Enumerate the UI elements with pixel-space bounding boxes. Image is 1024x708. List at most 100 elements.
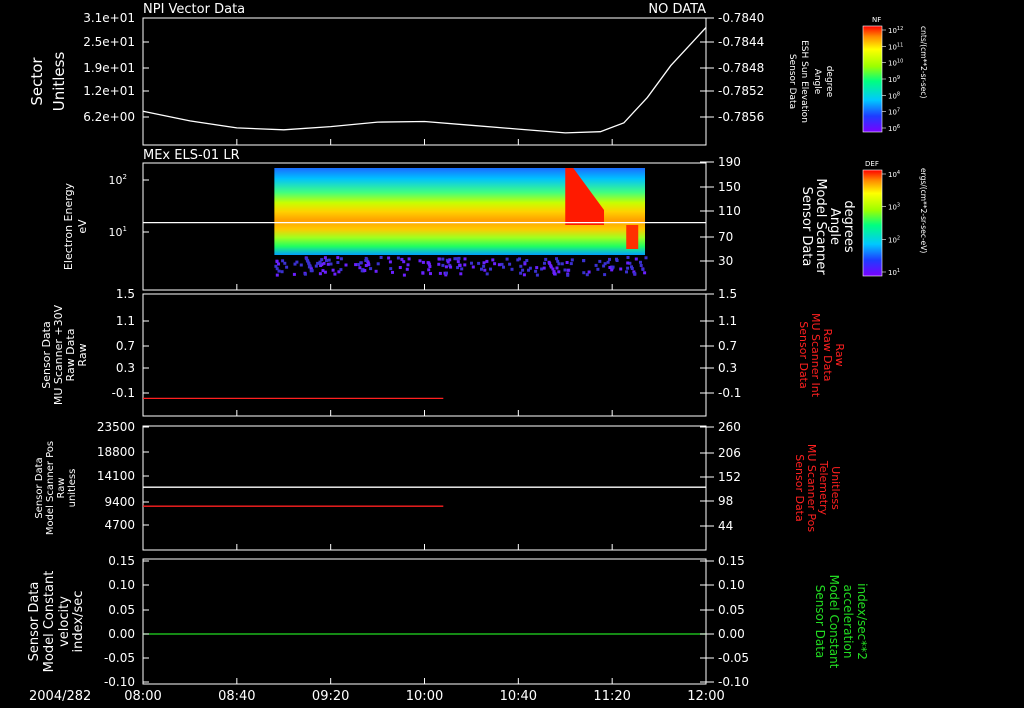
tick-label: 14100 <box>97 469 135 483</box>
tick-label: 3.1e+01 <box>83 11 135 25</box>
tick-label: 1.5 <box>116 287 135 301</box>
time-tick-label: 12:00 <box>687 689 724 704</box>
tick-label: -0.7856 <box>718 110 764 124</box>
tick-label: -0.7852 <box>718 84 764 98</box>
right-axis-label: degrees <box>841 200 856 253</box>
tick-label: 23500 <box>97 420 135 434</box>
colorbar-tick-label: 109 <box>888 75 900 84</box>
colorbar-units: cnts/(cm**2-sr-sec) <box>919 26 928 98</box>
right-axis-label: Raw <box>833 343 846 366</box>
tick-label: 1.5 <box>718 287 737 301</box>
left-axis-label: Sector <box>28 57 46 106</box>
tick-label: 0.3 <box>116 361 135 375</box>
colorbar-title: NF <box>872 16 881 24</box>
time-axis: 08:00 08:40 09:20 10:00 10:40 11:20 12:00 <box>124 689 724 704</box>
right-axis-label: Sensor Data <box>813 585 827 659</box>
tick-label: 98 <box>718 494 733 508</box>
panel-frame <box>142 293 707 417</box>
tick-label: 18800 <box>97 445 135 459</box>
tick-label: 102 <box>109 173 127 187</box>
right-axis-label: MU Scanner Int <box>809 313 822 398</box>
tick-label: -0.7848 <box>718 61 764 75</box>
tick-label: 101 <box>109 225 127 239</box>
colorbar-tick-label: 108 <box>888 91 900 100</box>
right-axis-label: index/sec**2 <box>855 583 869 660</box>
spectrogram-speckle <box>274 256 648 277</box>
right-axis-label: Angle <box>827 208 842 245</box>
left-axis-label: Unitless <box>50 52 68 112</box>
right-axis-label: Sensor Data <box>793 454 806 521</box>
time-tick-label: 11:20 <box>593 689 630 704</box>
scanner-position-panel: 23500 18800 14100 9400 4700 260 206 152 98 44 Sens… <box>34 420 842 551</box>
tick-label: -0.1 <box>112 386 135 400</box>
right-axis-label: degree <box>824 66 834 98</box>
right-axis-label: Telemetry <box>817 460 830 516</box>
tick-label: -0.7844 <box>718 35 764 49</box>
left-axis-label: eV <box>76 219 89 234</box>
colorbar-tick-label: 107 <box>888 108 900 117</box>
tick-label: 190 <box>718 155 741 169</box>
left-axis-label: Raw <box>56 477 67 498</box>
right-axis-label: Model Scanner <box>813 178 828 275</box>
colorbar-tick-label: 1011 <box>888 42 903 51</box>
tick-label: 70 <box>718 230 733 244</box>
left-axis-label: Model Scanner Pos <box>45 441 56 535</box>
mu-scanner-30v-panel: 1.5 1.1 0.7 0.3 -0.1 1.5 1.1 0.7 0.3 -0.1 Sensor D… <box>40 287 846 417</box>
colorbar-def: DEF 104 103 102 101 ergs/(cm**2-sr-sec-eV) <box>862 160 928 277</box>
left-axis-label: Sensor Data <box>27 582 42 662</box>
tick-label: 260 <box>718 420 741 434</box>
tick-label: 0.3 <box>718 361 737 375</box>
tick-label: -0.10 <box>718 675 749 689</box>
time-tick-label: 09:20 <box>312 689 349 704</box>
tick-label: -0.1 <box>718 386 741 400</box>
tick-label: 0.10 <box>718 578 745 592</box>
colorbar-units: ergs/(cm**2-sr-sec-eV) <box>919 168 928 253</box>
right-axis-label: Unitless <box>829 466 842 510</box>
tick-label: 0.05 <box>108 603 135 617</box>
left-axis-label: Raw <box>76 343 89 366</box>
colorbar-gradient <box>862 169 883 277</box>
time-tick-label: 10:00 <box>406 689 443 704</box>
colorbar-nf: NF 1012 1011 1010 109 108 107 106 cnts/(cm**2-… <box>862 16 928 133</box>
tick-label: -0.7840 <box>718 11 764 25</box>
tick-label: 0.7 <box>718 339 737 353</box>
tick-label: 206 <box>718 446 741 460</box>
spectrogram-hot-spot <box>626 225 639 249</box>
panel-title: MEx ELS-01 LR <box>143 148 240 163</box>
tick-label: 1.9e+01 <box>83 61 135 75</box>
left-axis-label: unitless <box>67 469 78 508</box>
right-axis-label: MU Scanner Pos <box>805 444 818 533</box>
tick-label: -0.10 <box>104 675 135 689</box>
tick-label: 1.1 <box>718 314 737 328</box>
velocity-panel: 0.15 0.10 0.05 0.00 -0.05 -0.10 0.15 0.10 0.05 0.… <box>27 554 869 689</box>
left-axis-label: Model Constant <box>42 571 57 673</box>
page-title: NPI Vector Data <box>143 2 245 17</box>
tick-label: 30 <box>718 254 733 268</box>
colorbar-title: DEF <box>865 160 879 168</box>
time-tick-label: 08:00 <box>124 689 161 704</box>
tick-label: 0.00 <box>718 627 745 641</box>
tick-label: 110 <box>718 204 741 218</box>
tick-label: 4700 <box>104 518 135 532</box>
tick-label: 0.15 <box>108 554 135 568</box>
right-axis-label: Sensor Data <box>799 187 814 267</box>
colorbar-tick-label: 101 <box>888 268 900 277</box>
colorbar-tick-label: 106 <box>888 124 900 133</box>
tick-label: 6.2e+00 <box>83 110 135 124</box>
tick-label: 0.15 <box>718 554 745 568</box>
tick-label: -0.05 <box>718 651 749 665</box>
right-axis-label: Raw Data <box>821 329 834 382</box>
colorbar-tick-label: 1012 <box>888 26 903 35</box>
colorbar-gradient <box>862 25 883 133</box>
left-axis-label: Electron Energy <box>62 182 75 270</box>
series-line <box>142 27 707 134</box>
tick-label: 1.2e+01 <box>83 84 135 98</box>
tick-label: 152 <box>718 470 741 484</box>
chart-canvas: NPI Vector Data NO DATA 3.1e+01 2.5e+01 1.… <box>27 2 928 704</box>
right-axis-label: ESH Sun Elevation <box>799 40 809 123</box>
right-axis-label: Model Constant <box>827 575 841 669</box>
tick-label: 150 <box>718 180 741 194</box>
left-axis-label: index/sec <box>71 591 86 653</box>
date-label: 2004/282 <box>29 689 91 704</box>
time-tick-label: 08:40 <box>218 689 255 704</box>
